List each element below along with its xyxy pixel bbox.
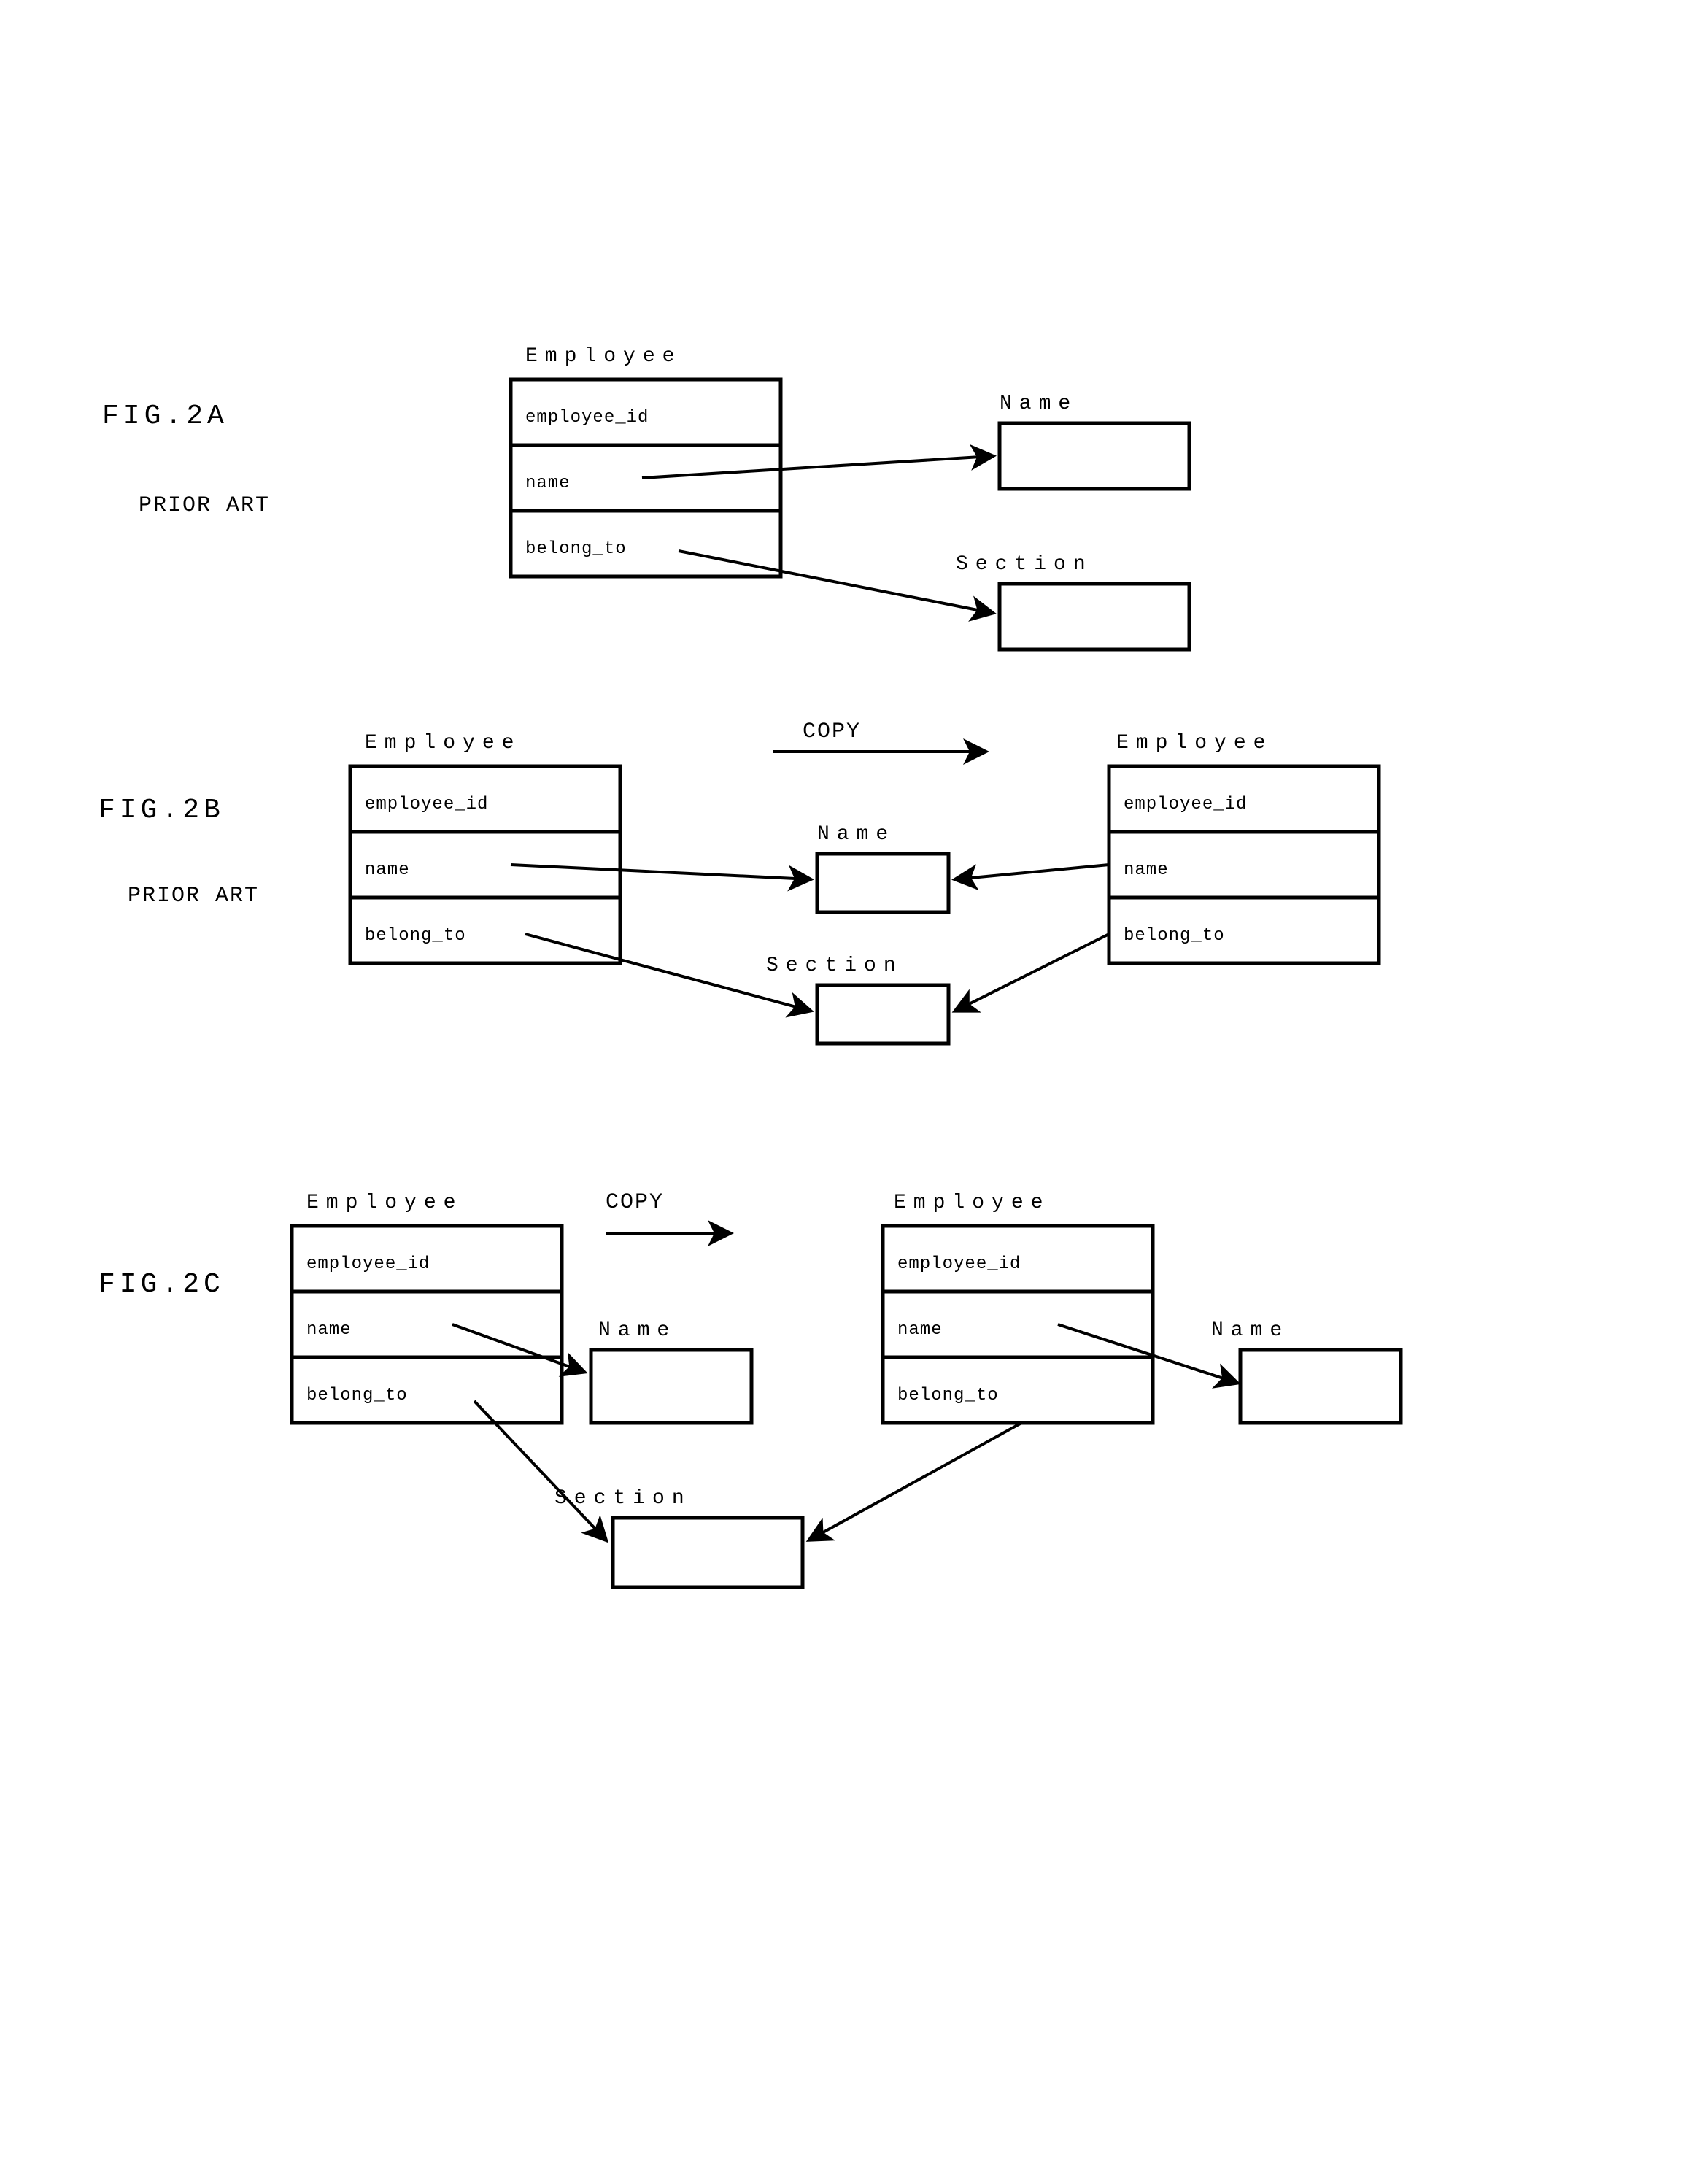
- fig2c-right-table: employee_id name belong_to: [883, 1226, 1153, 1423]
- fig2c-name1-box: [591, 1350, 751, 1423]
- fig2b-left-r2: belong_to: [365, 926, 466, 946]
- fig2c-r-sect: [810, 1423, 1021, 1540]
- fig-2b-label: FIG.2B: [98, 795, 225, 826]
- fig2c-l-name: [452, 1324, 584, 1372]
- fig2c-left-r1: name: [306, 1320, 352, 1340]
- fig2c-left-title: Employee: [306, 1192, 463, 1214]
- fig2b-section-box: [817, 985, 948, 1043]
- fig2b-right-title: Employee: [1116, 732, 1272, 755]
- fig2c-left-r0: employee_id: [306, 1254, 430, 1274]
- fig2c-left-r2: belong_to: [306, 1386, 408, 1405]
- fig-2a-label: FIG.2A: [102, 401, 228, 432]
- fig2b-left-r1: name: [365, 860, 410, 880]
- fig2b-right-table: employee_id name belong_to: [1109, 766, 1379, 963]
- fig2c-r-name: [1058, 1324, 1237, 1383]
- fig-2a: FIG.2A PRIOR ART Employee employee_id na…: [102, 345, 1189, 649]
- fig2b-left-table: employee_id name belong_to: [350, 766, 620, 963]
- fig2b-name-box: [817, 854, 948, 912]
- fig2a-name-box: [1000, 423, 1189, 489]
- fig2a-section-box: [1000, 584, 1189, 649]
- fig2b-right-r0: employee_id: [1124, 795, 1247, 814]
- fig2b-left-title: Employee: [365, 732, 521, 755]
- fig2a-name-title: Name: [1000, 393, 1078, 415]
- fig2b-l-name: [511, 865, 810, 879]
- fig-2c: FIG.2C Employee employee_id name belong_…: [98, 1190, 1401, 1587]
- fig-2b: FIG.2B PRIOR ART Employee employee_id na…: [98, 719, 1379, 1043]
- fig2a-row1: name: [525, 474, 571, 493]
- fig2b-section-title: Section: [766, 954, 903, 977]
- fig-2a-sub: PRIOR ART: [139, 493, 270, 518]
- fig2a-arrow-name: [642, 456, 992, 478]
- fig2c-copy: COPY: [606, 1190, 664, 1215]
- fig2b-copy: COPY: [803, 719, 861, 744]
- fig-2b-sub: PRIOR ART: [128, 884, 259, 908]
- diagram-canvas: FIG.2A PRIOR ART Employee employee_id na…: [0, 0, 1708, 2157]
- fig2c-name2-title: Name: [1211, 1319, 1289, 1342]
- fig2b-r-sect: [956, 934, 1109, 1011]
- fig2c-name2-box: [1240, 1350, 1401, 1423]
- fig2b-name-title: Name: [817, 823, 895, 846]
- fig2a-section-title: Section: [956, 553, 1093, 576]
- fig2a-employee-title: Employee: [525, 345, 681, 368]
- fig2c-right-title: Employee: [894, 1192, 1050, 1214]
- fig2c-right-r2: belong_to: [897, 1386, 999, 1405]
- fig2a-arrow-section: [679, 551, 992, 613]
- fig2c-left-table: employee_id name belong_to: [292, 1226, 562, 1423]
- fig2a-row0: employee_id: [525, 408, 649, 428]
- fig2c-name1-title: Name: [598, 1319, 676, 1342]
- fig-2c-label: FIG.2C: [98, 1269, 225, 1300]
- fig2c-right-r1: name: [897, 1320, 943, 1340]
- fig2a-row2: belong_to: [525, 539, 627, 559]
- fig2b-left-r0: employee_id: [365, 795, 488, 814]
- fig2b-r-name: [956, 865, 1109, 879]
- fig2c-right-r0: employee_id: [897, 1254, 1021, 1274]
- fig2c-section-box: [613, 1518, 803, 1587]
- fig2b-right-r1: name: [1124, 860, 1169, 880]
- fig2b-right-r2: belong_to: [1124, 926, 1225, 946]
